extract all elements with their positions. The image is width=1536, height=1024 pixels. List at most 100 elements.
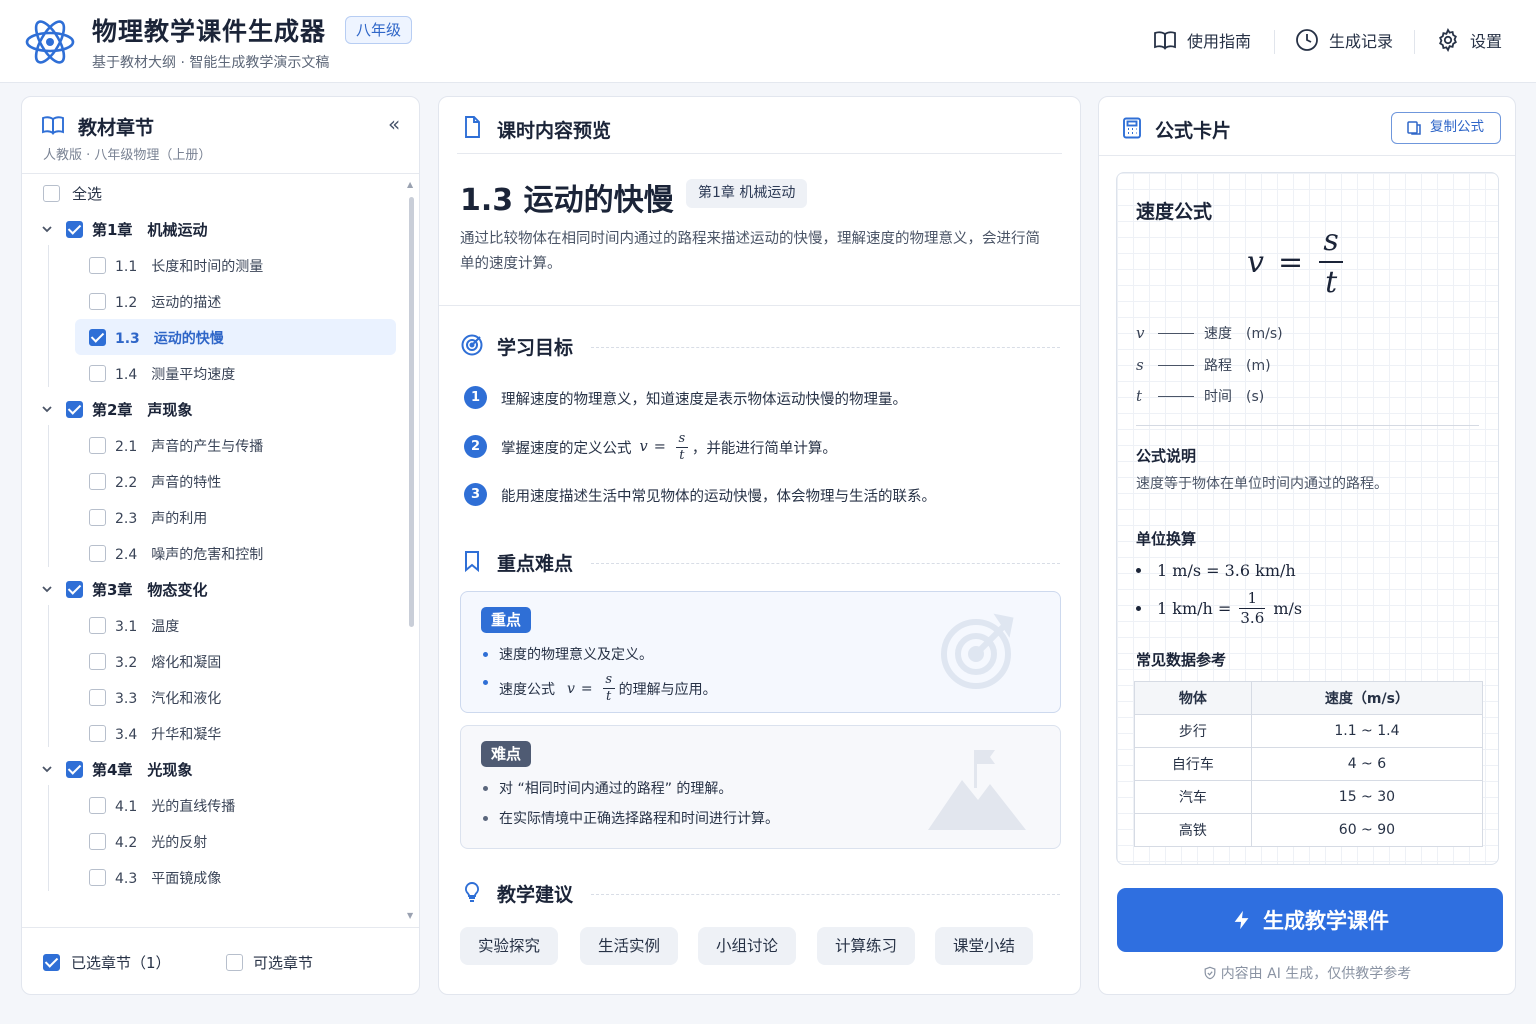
tip-chip[interactable]: 实验探究 <box>460 927 559 965</box>
difficulty-item: 在实际情境中正确选择路程和时间进行计算。 <box>483 808 779 828</box>
divider <box>591 347 1060 348</box>
table-header: 物体 <box>1134 681 1252 715</box>
section-checkbox[interactable] <box>89 833 106 850</box>
chevron-down-icon[interactable] <box>40 222 54 236</box>
chevron-down-icon[interactable] <box>40 582 54 596</box>
section-row[interactable]: 4.2 光的反射 <box>22 823 406 859</box>
section-row[interactable]: 1.1 长度和时间的测量 <box>22 247 406 283</box>
table-row: 自行车 4 ~ 6 <box>1134 747 1484 781</box>
section-checkbox[interactable] <box>89 725 106 742</box>
shield-icon <box>1204 966 1216 980</box>
clock-icon <box>1296 29 1318 51</box>
section-row[interactable]: 3.3 汽化和液化 <box>22 679 406 715</box>
section-row[interactable]: 2.1 声音的产生与传播 <box>22 427 406 463</box>
tree-guide-line <box>48 425 49 567</box>
nav-settings[interactable]: 设置 <box>1436 28 1502 52</box>
chapter-panel-title: 教材章节 <box>78 117 155 139</box>
section-checkbox[interactable] <box>89 365 106 382</box>
section-label: 2.1 声音的产生与传播 <box>115 439 264 455</box>
goal-item: 能用速度描述生活中常见物体的运动快慢，体会物理与生活的联系。 <box>501 489 936 505</box>
copy-formula-button[interactable]: 复制公式 <box>1391 112 1501 144</box>
section-row[interactable]: 1.3 运动的快慢 <box>22 319 406 355</box>
section-label: 4.3 平面镜成像 <box>115 871 222 887</box>
section-label: 2.2 声音的特性 <box>115 475 222 491</box>
section-checkbox[interactable] <box>89 257 106 274</box>
section-row[interactable]: 3.2 熔化和凝固 <box>22 643 406 679</box>
section-label: 3.3 汽化和液化 <box>115 691 222 707</box>
section-checkbox[interactable] <box>89 689 106 706</box>
section-checkbox[interactable] <box>89 617 106 634</box>
nav-guide[interactable]: 使用指南 <box>1153 28 1251 52</box>
section-row[interactable]: 4.3 平面镜成像 <box>22 859 406 895</box>
chapter-row[interactable]: 第2章 声现象 <box>22 391 406 427</box>
goal-item: 掌握速度的定义公式 v = st ，并能进行简单计算。 <box>501 425 837 469</box>
chapter-checkbox[interactable] <box>66 401 83 418</box>
divider <box>22 173 419 174</box>
book-icon <box>1154 31 1176 50</box>
section-row[interactable]: 2.3 声的利用 <box>22 499 406 535</box>
formula-panel-title: 公式卡片 <box>1155 120 1232 142</box>
variable-row: v 速度 (m/s) <box>1136 324 1283 342</box>
collapse-panel-icon[interactable]: « <box>388 112 400 136</box>
chapter-row[interactable]: 第3章 物态变化 <box>22 571 406 607</box>
selected-chapters-checkbox[interactable] <box>43 954 60 971</box>
nav-history-label: 生成记录 <box>1329 32 1394 51</box>
scrollbar[interactable] <box>409 197 414 627</box>
divider <box>591 563 1060 564</box>
chapter-checkbox[interactable] <box>66 581 83 598</box>
key-point-item: 速度的物理意义及定义。 <box>483 644 653 664</box>
chapter-panel: 教材章节 « 人教版 · 八年级物理（上册） 全选 第1章 机械运动 1.1 长度… <box>21 96 420 995</box>
chapter-row[interactable]: 第4章 光现象 <box>22 751 406 787</box>
section-row[interactable]: 3.1 温度 <box>22 607 406 643</box>
formula-eq: = <box>653 439 666 455</box>
divider <box>591 894 1060 895</box>
section-row[interactable]: 3.4 升华和凝华 <box>22 715 406 751</box>
tip-chip[interactable]: 计算练习 <box>817 927 916 965</box>
document-icon <box>465 116 480 138</box>
chevron-down-icon[interactable] <box>40 402 54 416</box>
section-row[interactable]: 2.4 噪声的危害和控制 <box>22 535 406 571</box>
section-checkbox[interactable] <box>89 653 106 670</box>
tip-chip[interactable]: 课堂小结 <box>935 927 1034 965</box>
optional-chapters-checkbox[interactable] <box>226 954 243 971</box>
select-all-checkbox[interactable] <box>43 185 60 202</box>
tip-chip[interactable]: 小组讨论 <box>698 927 797 965</box>
chapter-checkbox[interactable] <box>66 221 83 238</box>
key-point-card: 重点 速度的物理意义及定义。 速度公式 v = st 的理解与应用。 <box>460 591 1061 713</box>
generate-courseware-button[interactable]: 生成教学课件 <box>1117 888 1503 952</box>
chevron-down-icon[interactable] <box>40 762 54 776</box>
selected-chapters-label: 已选章节（1） <box>71 954 171 972</box>
chapter-label: 第4章 光现象 <box>92 761 193 779</box>
chapter-checkbox[interactable] <box>66 761 83 778</box>
section-row[interactable]: 1.2 运动的描述 <box>22 283 406 319</box>
select-all-row[interactable]: 全选 <box>22 175 406 211</box>
section-row[interactable]: 4.1 光的直线传播 <box>22 787 406 823</box>
difficulty-item: 对 “相同时间内通过的路程” 的理解。 <box>483 778 732 798</box>
section-checkbox[interactable] <box>89 473 106 490</box>
variable-row: t 时间 (s) <box>1136 387 1265 405</box>
tip-chip[interactable]: 生活实例 <box>580 927 679 965</box>
table-row: 高铁 60 ~ 90 <box>1134 813 1484 847</box>
formula-lhs: v <box>1247 244 1264 280</box>
scroll-up-icon[interactable]: ▲ <box>407 180 413 189</box>
section-row[interactable]: 1.4 测量平均速度 <box>22 355 406 391</box>
goal-text: 掌握速度的定义公式 <box>501 440 632 457</box>
divider <box>439 305 1080 306</box>
chapter-row[interactable]: 第1章 机械运动 <box>22 211 406 247</box>
app-subtitle: 基于教材大纲 · 智能生成教学演示文稿 <box>92 55 330 71</box>
section-checkbox[interactable] <box>89 509 106 526</box>
section-checkbox[interactable] <box>89 329 106 346</box>
target-icon <box>461 334 483 356</box>
nav-history[interactable]: 生成记录 <box>1295 28 1393 52</box>
scroll-down-icon[interactable]: ▼ <box>407 911 413 920</box>
tips-heading: 教学建议 <box>497 884 574 906</box>
section-checkbox[interactable] <box>89 293 106 310</box>
section-row[interactable]: 2.2 声音的特性 <box>22 463 406 499</box>
section-checkbox[interactable] <box>89 437 106 454</box>
section-checkbox[interactable] <box>89 545 106 562</box>
section-checkbox[interactable] <box>89 797 106 814</box>
fraction-bar <box>1319 261 1344 263</box>
reference-heading: 常见数据参考 <box>1136 651 1227 669</box>
grade-badge[interactable]: 八年级 <box>345 16 413 44</box>
section-checkbox[interactable] <box>89 869 106 886</box>
